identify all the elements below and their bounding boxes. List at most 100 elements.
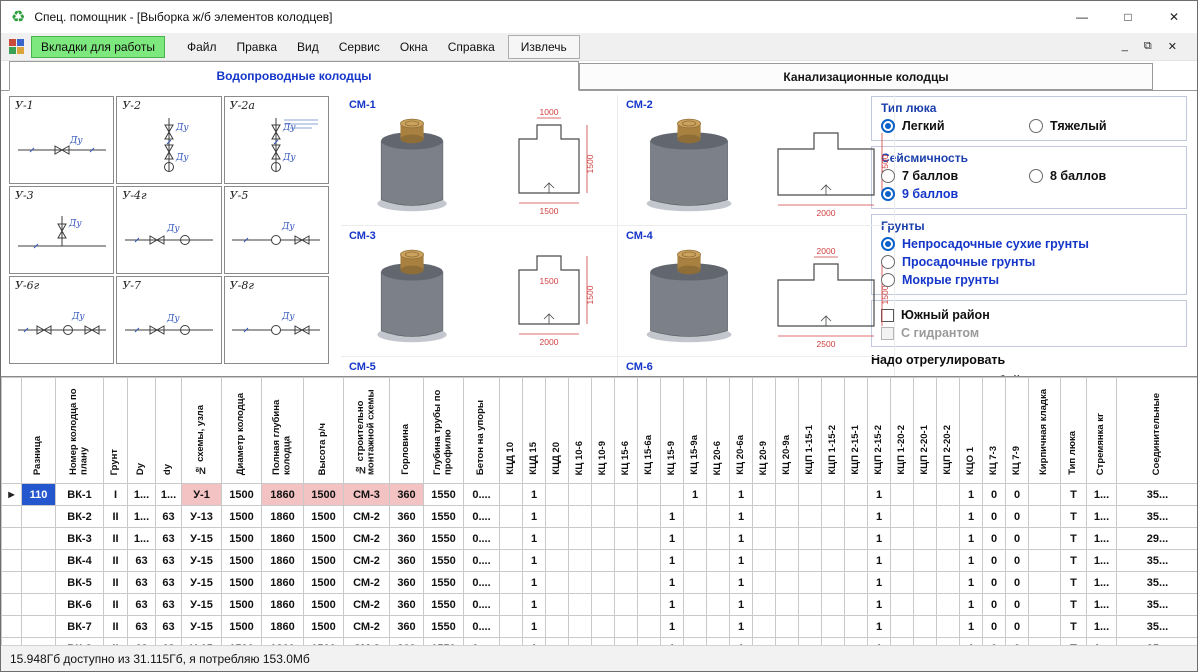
hydrant-checkbox-row[interactable]: С гидрантом <box>881 323 1177 341</box>
table-cell[interactable]: 63 <box>128 594 156 616</box>
scheme-cell-У-4г[interactable]: У-4гДу <box>116 186 221 274</box>
table-cell[interactable]: 0 <box>983 506 1006 528</box>
table-cell[interactable] <box>822 506 845 528</box>
table-cell[interactable] <box>546 616 569 638</box>
table-cell[interactable]: 1... <box>1087 572 1117 594</box>
table-cell[interactable]: 63 <box>156 638 182 646</box>
table-cell[interactable] <box>707 594 730 616</box>
table-cell[interactable]: 1860 <box>262 616 304 638</box>
table-cell[interactable]: 1550 <box>424 528 464 550</box>
table-cell[interactable] <box>592 506 615 528</box>
column-header-35[interactable]: КЦ 7-9 <box>1006 378 1029 484</box>
table-cell[interactable] <box>891 484 914 506</box>
table-cell[interactable]: 1500 <box>222 528 262 550</box>
table-cell[interactable]: 1... <box>1087 638 1117 646</box>
table-cell[interactable] <box>684 638 707 646</box>
table-cell[interactable] <box>822 594 845 616</box>
table-cell[interactable] <box>937 484 960 506</box>
table-cell[interactable]: 1500 <box>304 506 344 528</box>
menu-item-0[interactable]: Файл <box>177 35 227 59</box>
table-cell[interactable] <box>914 528 937 550</box>
close-button-icon[interactable]: ✕ <box>1151 1 1197 33</box>
table-cell[interactable] <box>592 528 615 550</box>
table-cell[interactable]: ВК-8 <box>56 638 104 646</box>
table-cell[interactable]: 1 <box>523 484 546 506</box>
table-cell[interactable] <box>546 550 569 572</box>
table-cell[interactable]: 1 <box>523 638 546 646</box>
table-cell[interactable] <box>822 528 845 550</box>
scheme-cell-У-2[interactable]: У-2ДуДу <box>116 96 221 184</box>
table-row-7[interactable]: ВК-7II6363У-15150018601500СМ-236015500..… <box>2 616 1198 638</box>
table-cell[interactable]: СМ-2 <box>344 572 390 594</box>
table-cell[interactable]: II <box>104 550 128 572</box>
table-cell[interactable]: 360 <box>390 550 424 572</box>
table-cell[interactable] <box>546 528 569 550</box>
row-selector[interactable] <box>2 506 22 528</box>
table-cell[interactable]: 1 <box>960 506 983 528</box>
table-cell[interactable]: 1 <box>684 484 707 506</box>
column-header-31[interactable]: КЦП 2-20-1 <box>914 378 937 484</box>
model-cell-СМ-6[interactable]: СМ-6 <box>618 357 895 376</box>
table-cell[interactable]: 1... <box>128 484 156 506</box>
mdi-restore-icon[interactable]: ⧉ <box>1144 40 1152 53</box>
table-cell[interactable]: 1 <box>960 638 983 646</box>
table-cell[interactable]: 1 <box>868 506 891 528</box>
table-cell[interactable] <box>500 638 523 646</box>
table-cell[interactable] <box>937 638 960 646</box>
table-cell[interactable]: II <box>104 572 128 594</box>
table-cell[interactable]: 360 <box>390 638 424 646</box>
table-cell[interactable] <box>845 550 868 572</box>
table-cell[interactable]: 1 <box>960 572 983 594</box>
mdi-close-icon[interactable]: ✕ <box>1168 40 1177 53</box>
table-cell[interactable] <box>684 594 707 616</box>
table-cell[interactable] <box>569 550 592 572</box>
table-row-4[interactable]: ВК-4II6363У-15150018601500СМ-236015500..… <box>2 550 1198 572</box>
menu-item-2[interactable]: Вид <box>287 35 329 59</box>
table-cell[interactable] <box>684 528 707 550</box>
table-cell[interactable]: 1860 <box>262 484 304 506</box>
table-cell[interactable]: 360 <box>390 594 424 616</box>
table-cell[interactable]: 110 <box>22 484 56 506</box>
table-cell[interactable] <box>845 638 868 646</box>
column-header-28[interactable]: КЦП 2-15-1 <box>845 378 868 484</box>
table-cell[interactable]: 1 <box>960 594 983 616</box>
column-header-38[interactable]: Стремянка кг <box>1087 378 1117 484</box>
column-header-30[interactable]: КЦП 1-20-2 <box>891 378 914 484</box>
table-cell[interactable]: 1... <box>156 484 182 506</box>
table-row-1[interactable]: ▶110ВК-1I1...1...У-1150018601500СМ-33601… <box>2 484 1198 506</box>
column-header-23[interactable]: КЦ 20-6а <box>730 378 753 484</box>
table-cell[interactable] <box>500 616 523 638</box>
table-cell[interactable] <box>799 550 822 572</box>
table-cell[interactable] <box>707 484 730 506</box>
table-cell[interactable] <box>638 638 661 646</box>
table-cell[interactable] <box>891 528 914 550</box>
table-cell[interactable] <box>615 506 638 528</box>
table-cell[interactable]: 1 <box>661 528 684 550</box>
table-cell[interactable]: II <box>104 528 128 550</box>
table-cell[interactable]: II <box>104 638 128 646</box>
table-cell[interactable]: 1550 <box>424 616 464 638</box>
table-row-2[interactable]: ВК-2II1...63У-13150018601500СМ-236015500… <box>2 506 1198 528</box>
table-cell[interactable]: 1... <box>1087 506 1117 528</box>
table-cell[interactable]: 1 <box>960 484 983 506</box>
column-header-27[interactable]: КЦП 1-15-2 <box>822 378 845 484</box>
column-header-33[interactable]: КЦО 1 <box>960 378 983 484</box>
table-cell[interactable] <box>891 616 914 638</box>
table-cell[interactable] <box>753 572 776 594</box>
table-row-5[interactable]: ВК-5II6363У-15150018601500СМ-236015500..… <box>2 572 1198 594</box>
table-cell[interactable]: 1... <box>1087 528 1117 550</box>
table-cell[interactable]: 1550 <box>424 638 464 646</box>
table-cell[interactable] <box>615 594 638 616</box>
table-cell[interactable]: 0 <box>1006 528 1029 550</box>
table-cell[interactable]: СМ-2 <box>344 594 390 616</box>
table-cell[interactable] <box>891 594 914 616</box>
table-cell[interactable]: 1 <box>868 550 891 572</box>
table-cell[interactable]: 0.... <box>464 594 500 616</box>
table-cell[interactable]: 35... <box>1117 484 1198 506</box>
table-cell[interactable]: 1 <box>868 484 891 506</box>
table-cell[interactable]: 1 <box>661 638 684 646</box>
table-cell[interactable]: У-15 <box>182 616 222 638</box>
table-cell[interactable]: 1500 <box>222 572 262 594</box>
column-header-5[interactable]: № схемы, узла <box>182 378 222 484</box>
table-cell[interactable] <box>891 506 914 528</box>
